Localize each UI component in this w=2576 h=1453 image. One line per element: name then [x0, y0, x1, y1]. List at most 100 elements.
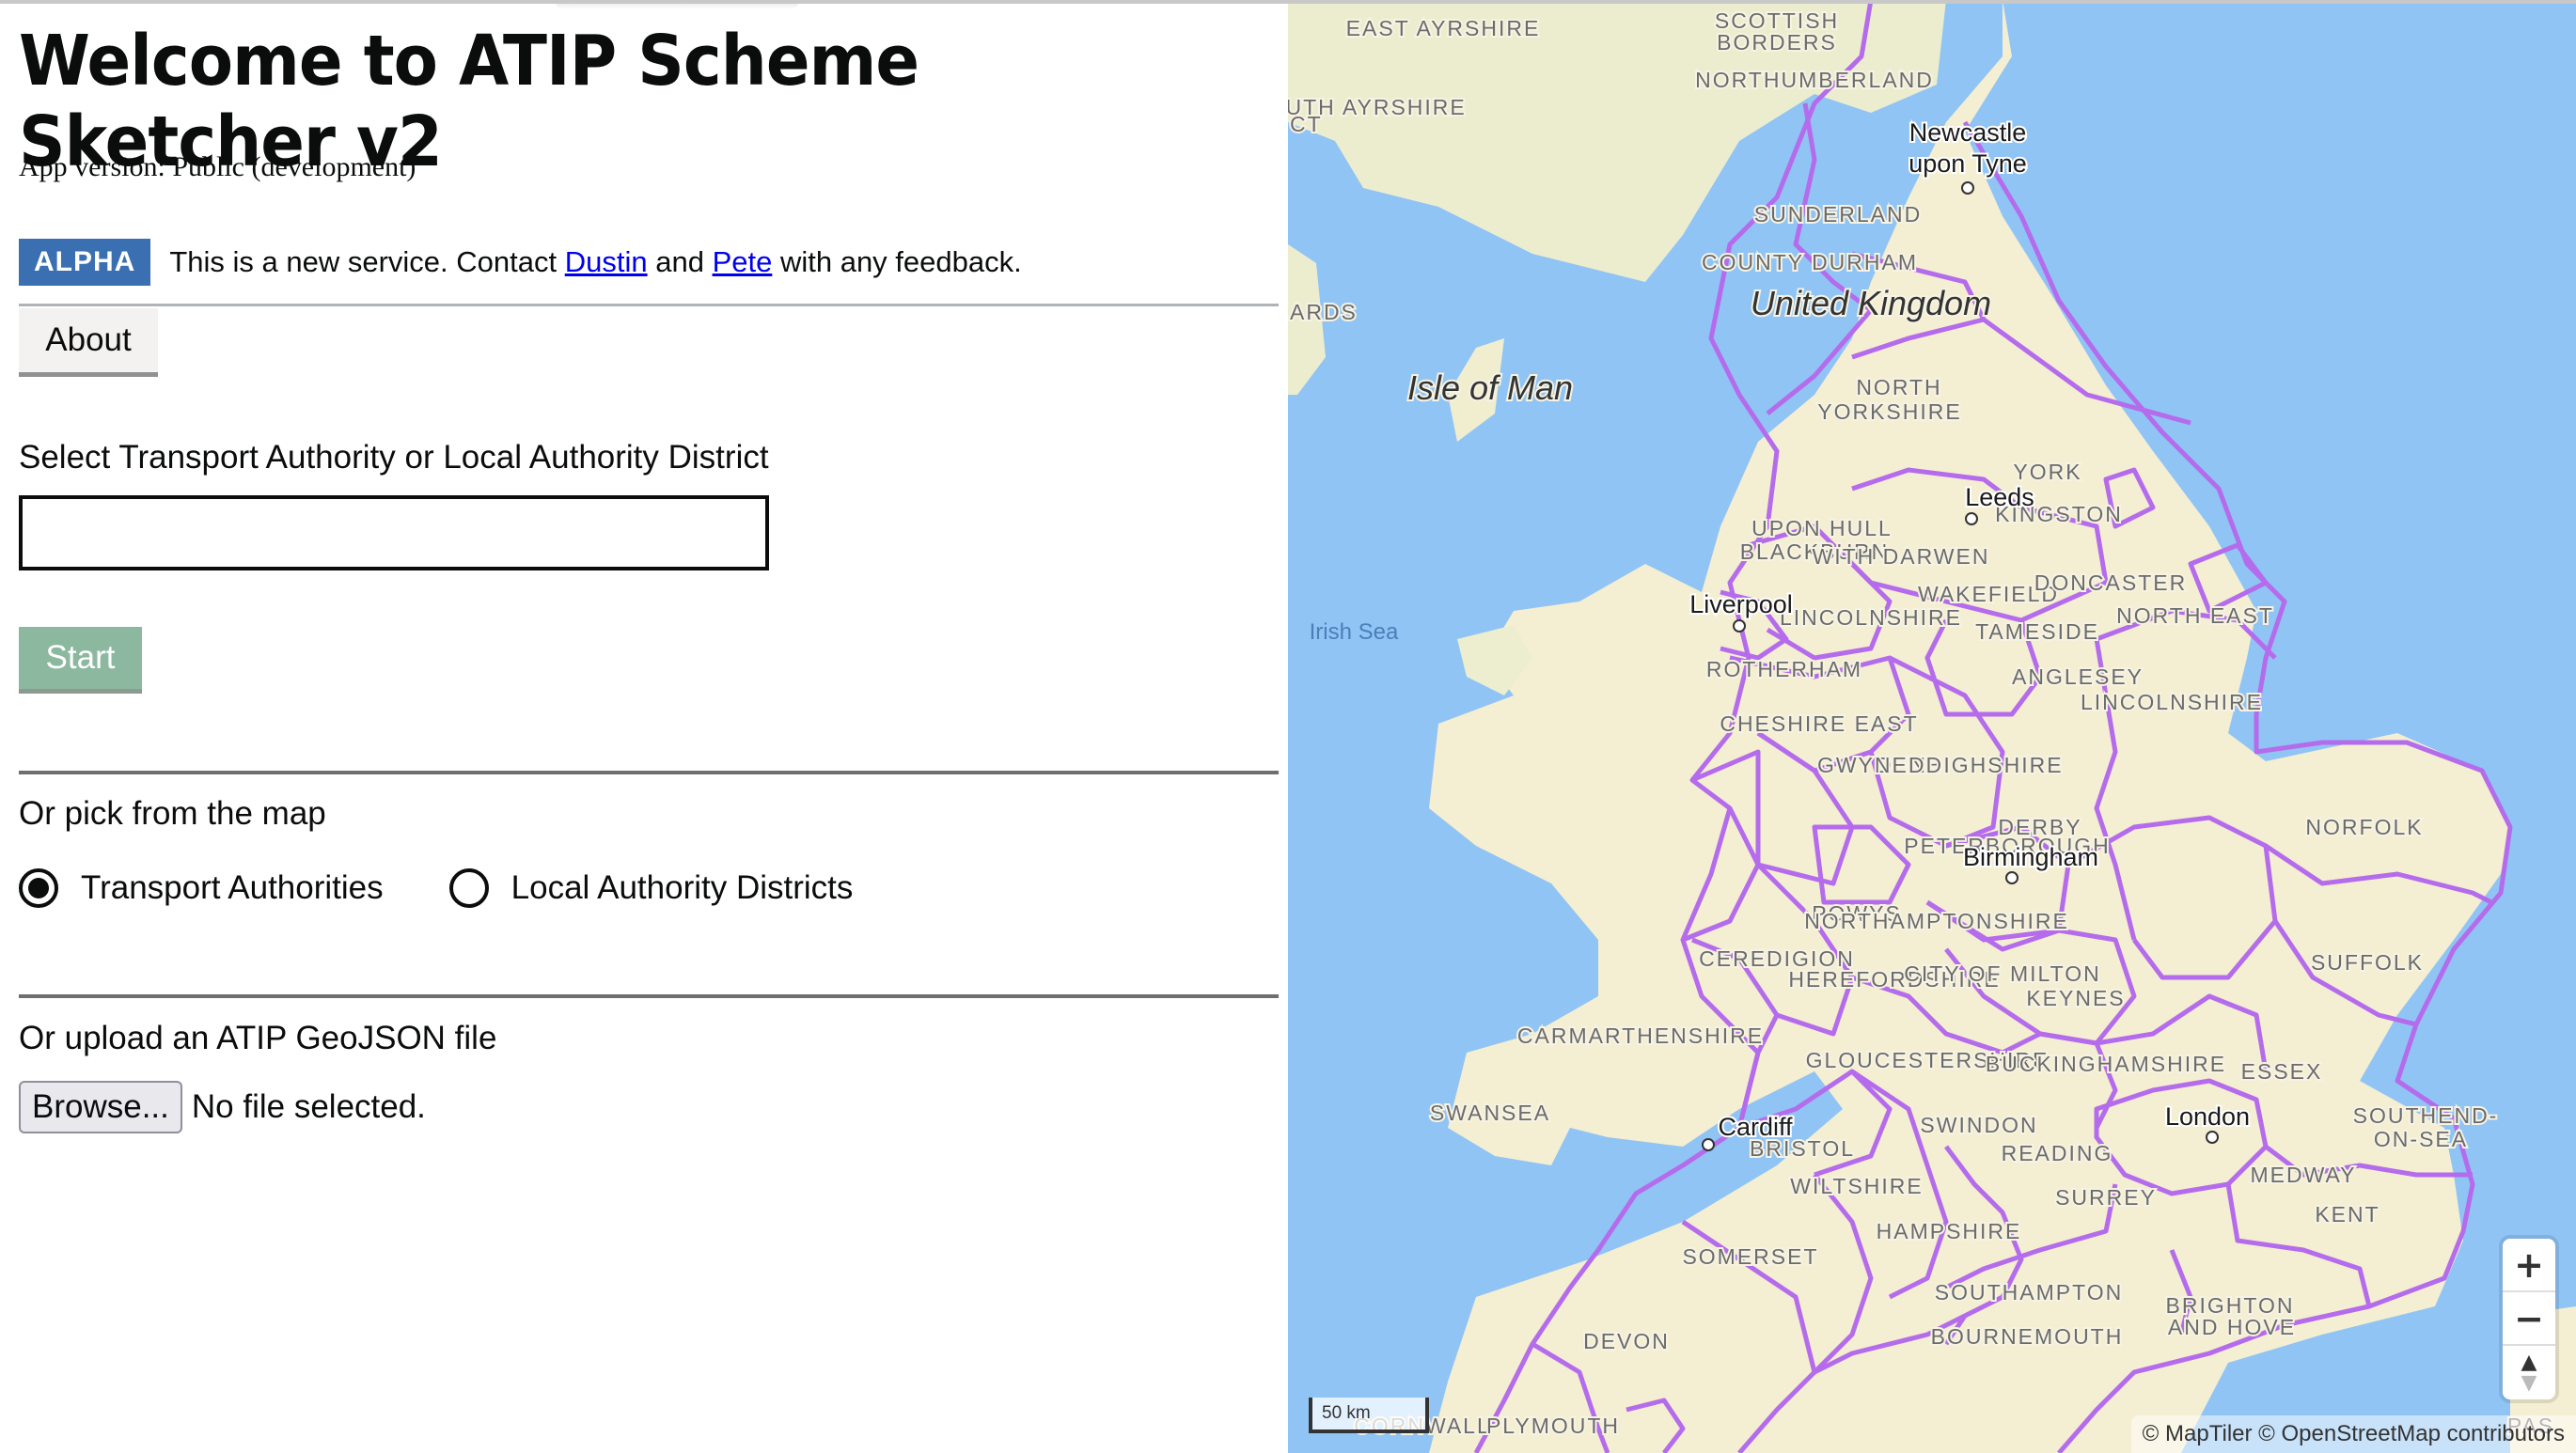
pick-map-label: Or pick from the map: [19, 795, 326, 832]
map-region-label: CHESHIRE EAST: [1720, 711, 1918, 736]
compass-reset-north-button[interactable]: ▲ ▼: [2503, 1346, 2555, 1399]
map-region-label: SWANSEA: [1430, 1101, 1550, 1125]
map-scale-bar: 50 km: [1309, 1398, 1429, 1433]
map-region-label: BOURNEMOUTH: [1931, 1324, 2124, 1349]
map-region-label: CARMARTHENSHIRE: [1517, 1023, 1764, 1048]
map-city-label: Cardiff: [1718, 1113, 1793, 1141]
map-region-label: SWINDON: [1920, 1113, 2037, 1137]
map-region-label: PLYMOUTH: [1486, 1414, 1620, 1438]
banner-text-before: This is a new service. Contact: [169, 245, 565, 278]
map-region-label: ROTHERHAM: [1706, 657, 1862, 681]
divider: [19, 771, 1279, 774]
map-region-label: CITY OF MILTON: [1904, 961, 2100, 986]
about-button[interactable]: About: [19, 308, 158, 377]
banner-text-middle: and: [647, 245, 713, 278]
radio-transport-authorities[interactable]: Transport Authorities: [19, 868, 384, 908]
city-marker-icon: [1961, 181, 1974, 195]
zoom-out-button[interactable]: −: [2503, 1292, 2555, 1346]
map-region-label: SOUTHEND-: [2353, 1103, 2499, 1128]
banner-text: This is a new service. Contact Dustin an…: [169, 245, 1021, 279]
map-region-label: MEDWAY: [2251, 1163, 2357, 1187]
map-region-label: NORTH: [1856, 375, 1941, 399]
map-region-label: LINCOLNSHIRE: [2081, 690, 2263, 714]
map-region-label: NORFOLK: [2305, 815, 2423, 839]
map-region-label: YORKSHIRE: [1817, 399, 1961, 424]
map-region-label: BUCKINGHAMSHIRE: [1986, 1052, 2226, 1076]
map-region-label: READING: [2002, 1141, 2113, 1165]
map-country-label: United Kingdom: [1751, 284, 1991, 322]
map-attribution[interactable]: © MapTiler © OpenStreetMap contributors: [2130, 1415, 2576, 1453]
city-marker-icon: [1965, 512, 1978, 525]
radio-unchecked-icon[interactable]: [448, 868, 489, 908]
compass-south-icon: ▼: [2521, 1370, 2537, 1395]
land-scotland-west: [1288, 0, 1946, 282]
map-region-label: DEVON: [1583, 1329, 1670, 1353]
city-marker-icon: [1733, 619, 1746, 633]
map-region-label: KENT: [2315, 1202, 2380, 1226]
map-region-label: ARDS: [1290, 300, 1358, 324]
city-marker-icon: [2206, 1131, 2219, 1144]
compass-north-icon: ▲: [2521, 1350, 2537, 1374]
map-region-label: TAMESIDE: [1975, 619, 2099, 644]
map-region-label: CT: [1290, 112, 1323, 136]
radio-local-authority-districts[interactable]: Local Authority Districts: [448, 868, 854, 908]
map-region-label: NORTHUMBERLAND: [1695, 68, 1934, 92]
file-upload: Browse... No file selected.: [19, 1081, 426, 1133]
authority-search-input[interactable]: [19, 495, 769, 570]
map-city-label: London: [2165, 1102, 2250, 1131]
dustin-link[interactable]: Dustin: [565, 245, 648, 278]
map-sea-label: Irish Sea: [1310, 619, 1399, 645]
divider: [19, 304, 1279, 306]
map-region-label: NORTH EAST: [2116, 603, 2274, 628]
city-marker-icon: [2005, 871, 2018, 884]
map-region-label: ANGLESEY: [2012, 664, 2144, 689]
map-region-label: EAST AYRSHIRE: [1346, 16, 1541, 40]
map-region-label: SURREY: [2055, 1185, 2157, 1210]
map-region-label: SUNDERLAND: [1754, 202, 1922, 227]
radio-label: Local Authority Districts: [510, 869, 854, 906]
map-region-label: NORTHAMPTONSHIRE: [1804, 909, 2069, 933]
map-region-label: GWYNEDD: [1817, 753, 1943, 777]
map-region-label: WILTSHIRE: [1790, 1174, 1924, 1198]
map-city-label: Birmingham: [1963, 843, 2098, 871]
zoom-in-button[interactable]: +: [2503, 1239, 2555, 1292]
map-region-label: COUNTY DURHAM: [1702, 250, 1918, 274]
boundary-type-radio-group: Transport Authorities Local Authority Di…: [19, 868, 919, 908]
window-top-border: [0, 0, 2576, 4]
map-view[interactable]: EAST AYRSHIRE SCOTTISH BORDERS NORTHUMBERLA…: [1288, 0, 2576, 1453]
map-city-label: Newcastle: [1909, 118, 2027, 147]
pete-link[interactable]: Pete: [713, 245, 773, 278]
app-version: App version: Public (development): [19, 151, 416, 182]
map-region-label: KEYNES: [2026, 986, 2125, 1010]
divider: [19, 994, 1279, 998]
file-status: No file selected.: [191, 1088, 426, 1125]
map-navigation-control: + − ▲ ▼: [2503, 1239, 2555, 1399]
banner-text-after: with any feedback.: [772, 245, 1022, 278]
map-island-label: Isle of Man: [1407, 368, 1573, 407]
authority-select-label: Select Transport Authority or Local Auth…: [19, 439, 769, 476]
city-marker-icon: [1702, 1138, 1715, 1151]
radio-label: Transport Authorities: [81, 869, 384, 906]
map-canvas[interactable]: EAST AYRSHIRE SCOTTISHBORDERSNORTHUMBERLA…: [1288, 0, 2576, 1453]
map-region-label: HAMPSHIRE: [1877, 1219, 2022, 1243]
map-region-label: SUFFOLK: [2311, 950, 2424, 975]
radio-checked-icon[interactable]: [19, 868, 58, 908]
map-region-label: YORK: [2013, 460, 2081, 484]
map-region-label: BORDERS: [1717, 30, 1837, 55]
sidebar-panel: Welcome to ATIP Scheme Sketcher v2 App v…: [0, 0, 1288, 1453]
alpha-badge: ALPHA: [19, 239, 151, 286]
map-region-label: ON-SEA: [2374, 1127, 2468, 1151]
phase-banner: ALPHA This is a new service. Contact Dus…: [19, 239, 1022, 286]
map-city-label: Leeds: [1965, 483, 2034, 511]
map-region-label: SOUTHAMPTON: [1935, 1280, 2123, 1305]
browse-button[interactable]: Browse...: [19, 1081, 182, 1133]
map-city-label: Liverpool: [1689, 590, 1793, 618]
map-region-label: LINCOLNSHIRE: [1780, 605, 1962, 630]
map-region-label: DONCASTER: [2034, 570, 2187, 595]
map-region-label: SOMERSET: [1682, 1244, 1818, 1269]
map-region-label: WITH DARWEN: [1813, 544, 1990, 569]
start-button[interactable]: Start: [19, 627, 142, 694]
map-region-label: UPON HULL: [1751, 516, 1893, 540]
map-region-label: AND HOVE: [2168, 1315, 2296, 1339]
upload-label: Or upload an ATIP GeoJSON file: [19, 1020, 497, 1056]
